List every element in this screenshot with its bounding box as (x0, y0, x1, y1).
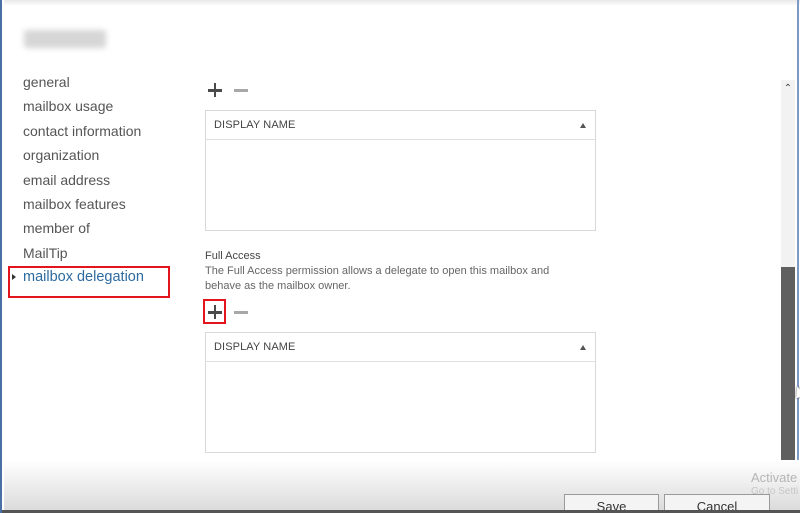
scrollbar-thumb[interactable] (781, 267, 795, 465)
send-as-toolbar (205, 80, 251, 100)
sort-ascending-icon[interactable] (580, 123, 586, 128)
column-header-display-name: DISPLAY NAME (214, 119, 296, 131)
window-title-redacted (24, 30, 106, 48)
sidebar-item-mailtip[interactable]: MailTip (23, 243, 183, 267)
full-access-remove-button[interactable] (231, 302, 251, 322)
window-top-bar (4, 0, 800, 6)
sidebar-item-label: member of (23, 220, 90, 237)
full-access-title: Full Access (205, 250, 261, 262)
sidebar-item-label: contact information (23, 122, 142, 139)
sidebar-item-organization[interactable]: organization (23, 145, 183, 169)
send-as-grid: DISPLAY NAME (205, 110, 596, 231)
sidebar-item-mailbox-usage[interactable]: mailbox usage (23, 96, 183, 120)
sort-ascending-icon[interactable] (580, 345, 586, 350)
mailbox-properties-window: general mailbox usage contact informatio… (0, 0, 800, 513)
vertical-scrollbar[interactable]: ⌃ ⌄ (781, 80, 795, 480)
sidebar-item-label: organization (23, 147, 100, 164)
sidebar-item-label: general (23, 74, 70, 90)
sidebar-item-label: mailbox usage (23, 98, 114, 115)
sidebar-item-label: mailbox features (23, 195, 126, 212)
column-header-display-name: DISPLAY NAME (214, 341, 296, 353)
plus-icon-stroke (213, 83, 217, 97)
minus-icon (234, 89, 248, 92)
sidebar-item-label: email address (23, 171, 111, 188)
annotation-highlight-box (8, 266, 170, 298)
sidebar-item-general[interactable]: general (23, 72, 183, 96)
full-access-description: The Full Access permission allows a dele… (205, 265, 550, 292)
send-as-remove-button[interactable] (231, 80, 251, 100)
sidebar-item-email-address[interactable]: email address (23, 170, 183, 194)
minus-icon (234, 311, 248, 314)
sidebar-item-member-of[interactable]: member of (23, 218, 183, 242)
sidebar-item-mailbox-features[interactable]: mailbox features (23, 194, 183, 218)
annotation-highlight-box (203, 299, 226, 324)
window-right-border (797, 0, 799, 513)
sidebar-nav: general mailbox usage contact informatio… (12, 72, 183, 292)
grid-column-header[interactable]: DISPLAY NAME (206, 333, 595, 362)
scroll-up-chevron-icon[interactable]: ⌃ (781, 82, 795, 96)
sidebar-item-contact-information[interactable]: contact information (23, 121, 183, 145)
send-as-add-button[interactable] (205, 80, 225, 100)
sidebar-item-label: MailTip (23, 244, 68, 261)
full-access-grid: DISPLAY NAME (205, 332, 596, 453)
grid-column-header[interactable]: DISPLAY NAME (206, 111, 595, 140)
